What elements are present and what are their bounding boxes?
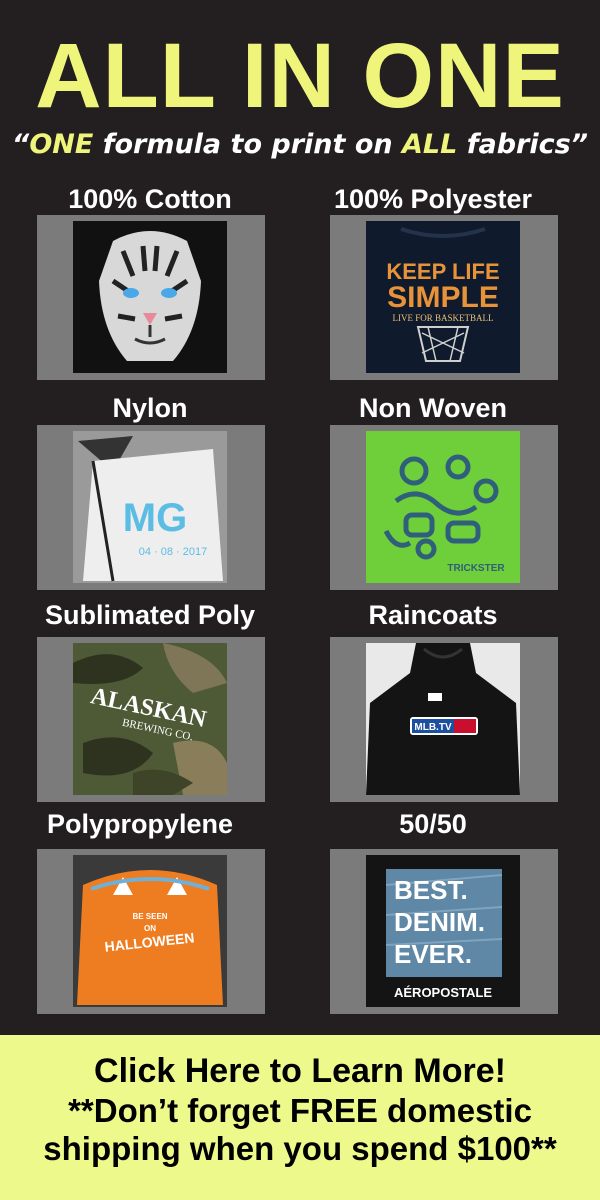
polyester-line2: SIMPLE xyxy=(387,281,499,314)
denim-line1: BEST. xyxy=(394,875,468,905)
green-bag-image: TRICKSTER xyxy=(366,431,520,583)
basketball-tshirt-image: KEEP LIFE SIMPLE LIVE FOR BASKETBALL xyxy=(366,221,520,373)
drawstring-bag-image: MG 04 · 08 · 2017 xyxy=(73,431,227,583)
fabric-tile-nonwoven[interactable]: TRICKSTER xyxy=(330,425,558,590)
shipping-note-line2: shipping when you spend $100** xyxy=(43,1130,557,1167)
denim-line3: EVER. xyxy=(394,939,472,969)
fabric-label-raincoats: Raincoats xyxy=(368,600,498,630)
fabric-tile-sublimated[interactable]: ALASKAN BREWING CO. xyxy=(37,637,265,802)
fabric-label-polypropylene: Polypropylene xyxy=(46,809,234,839)
fabric-tile-5050[interactable]: BEST. DENIM. EVER. AÉROPOSTALE xyxy=(330,849,558,1014)
denim-line2: DENIM. xyxy=(394,907,485,937)
raincoat-logo: MLB.TV xyxy=(414,722,452,733)
subtitle-one: ONE xyxy=(29,129,94,160)
shipping-note-line1: **Don’t forget FREE domestic xyxy=(68,1092,532,1129)
learn-more-link[interactable]: Click Here to Learn More! xyxy=(0,1052,600,1090)
banner-title: ALL IN ONE xyxy=(35,25,565,127)
fabric-label-nylon: Nylon xyxy=(112,393,188,423)
fabric-label-5050: 50/50 xyxy=(399,809,467,839)
shipping-note: **Don’t forget FREE domestic shipping wh… xyxy=(0,1092,600,1168)
subtitle-end: fabrics” xyxy=(457,129,589,160)
nylon-date: 04 · 08 · 2017 xyxy=(139,546,208,558)
subtitle-quote: “ xyxy=(11,129,30,160)
fabric-tile-cotton[interactable] xyxy=(37,215,265,380)
subtitle-all: ALL xyxy=(402,129,458,160)
banner-subtitle: “ONE formula to print on ALL fabrics” xyxy=(0,128,600,162)
fabric-tile-nylon[interactable]: MG 04 · 08 · 2017 xyxy=(37,425,265,590)
white-tiger-tshirt-image xyxy=(73,221,227,373)
denim-brand: AÉROPOSTALE xyxy=(394,985,492,1000)
black-hoodie-image: MLB.TV xyxy=(366,643,520,795)
denim-print-tee-image: BEST. DENIM. EVER. AÉROPOSTALE xyxy=(366,855,520,1007)
fabric-tile-polypropylene[interactable]: BE SEEN ON HALLOWEEN xyxy=(37,849,265,1014)
polyester-line3: LIVE FOR BASKETBALL xyxy=(393,313,494,323)
fabric-label-polyester: 100% Polyester xyxy=(333,184,533,214)
pumpkin-line2: ON xyxy=(144,924,156,933)
pumpkin-bag-image: BE SEEN ON HALLOWEEN xyxy=(73,855,227,1007)
fabric-label-nonwoven: Non Woven xyxy=(359,393,507,423)
ad-banner[interactable]: ALL IN ONE “ONE formula to print on ALL … xyxy=(0,0,600,1200)
camo-hoodie-image: ALASKAN BREWING CO. xyxy=(73,643,227,795)
fabric-label-cotton: 100% Cotton xyxy=(68,184,232,214)
pumpkin-line1: BE SEEN xyxy=(132,912,167,921)
nylon-logo: MG xyxy=(123,496,187,540)
fabric-tile-raincoats[interactable]: MLB.TV xyxy=(330,637,558,802)
nonwoven-brand: TRICKSTER xyxy=(447,563,505,574)
fabric-label-sublimated: Sublimated Poly xyxy=(44,600,256,630)
subtitle-middle: formula to print on xyxy=(93,129,403,160)
fabric-tile-polyester[interactable]: KEEP LIFE SIMPLE LIVE FOR BASKETBALL xyxy=(330,215,558,380)
